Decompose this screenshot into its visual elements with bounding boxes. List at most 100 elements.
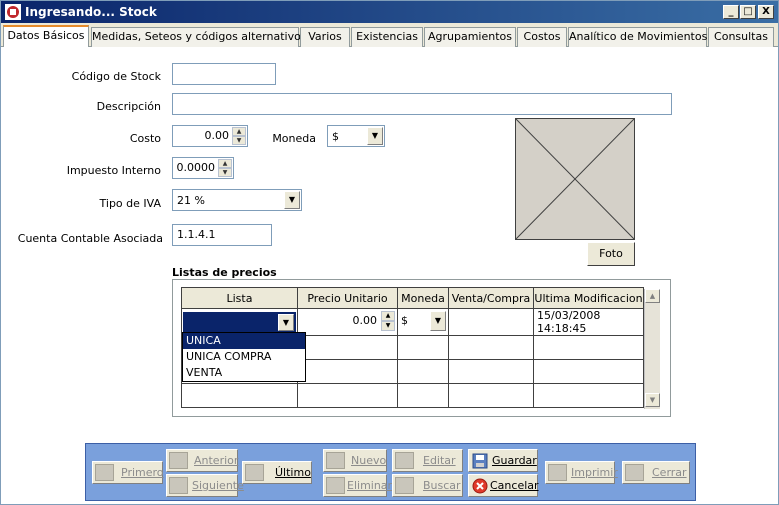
costo-spinner[interactable]: 0.00 ▲ ▼ (172, 125, 248, 147)
precio-value: 0.00 (352, 314, 378, 327)
tab-bar: Datos Básicos Medidas, Seteos y códigos … (1, 25, 778, 48)
cancelar-button[interactable]: Cancelar (468, 474, 539, 497)
buscar-button[interactable]: Buscar (392, 474, 463, 497)
moneda-value: $ (332, 130, 339, 143)
chevron-down-icon[interactable]: ▼ (430, 311, 446, 331)
spin-down-icon[interactable]: ▼ (218, 168, 232, 177)
delete-record-icon (326, 477, 345, 494)
siguiente-button[interactable]: Siguiente (166, 474, 244, 497)
spin-down-icon[interactable]: ▼ (381, 321, 395, 331)
moneda-label: Moneda (272, 132, 316, 145)
cuenta-input[interactable]: 1.1.4.1 (172, 224, 272, 246)
spin-up-icon[interactable]: ▲ (232, 127, 246, 136)
chevron-down-icon[interactable]: ▼ (278, 313, 294, 331)
close-button[interactable]: X (758, 5, 774, 19)
primero-label: Primero (121, 466, 164, 479)
print-icon (548, 464, 567, 481)
primero-button[interactable]: Primero (92, 461, 164, 484)
foto-button[interactable]: Foto (587, 242, 635, 266)
tab-analitico[interactable]: Analítico de Movimientos (568, 27, 707, 47)
title-bar: Ingresando... Stock _ □ X (1, 1, 778, 23)
costo-spin-arrows[interactable]: ▲ ▼ (232, 127, 246, 145)
table-scrollbar[interactable]: ▲ ▼ (644, 289, 660, 409)
iva-select[interactable]: 21 % ▼ (172, 189, 302, 211)
col-lista[interactable]: Lista (181, 287, 298, 309)
ultimo-button[interactable]: Último (242, 461, 312, 484)
spin-up-icon[interactable]: ▲ (381, 311, 395, 321)
editar-button[interactable]: Editar (392, 449, 463, 472)
image-placeholder-icon (515, 118, 635, 240)
tab-varios[interactable]: Varios (300, 27, 350, 47)
minimize-button[interactable]: _ (723, 5, 739, 19)
col-venta-compra[interactable]: Venta/Compra (448, 287, 534, 309)
tab-consultas[interactable]: Consultas (708, 27, 774, 47)
app-icon (5, 4, 21, 20)
next-record-icon (169, 477, 188, 494)
action-toolbar: Primero Anterior Siguiente Último Nuevo … (85, 443, 696, 501)
tab-medidas[interactable]: Medidas, Seteos y códigos alternativos (91, 27, 307, 47)
col-moneda[interactable]: Moneda (397, 287, 449, 309)
nuevo-label: Nuevo (351, 454, 387, 467)
descripcion-input[interactable] (172, 93, 672, 115)
impuesto-value: 0.0000 (176, 161, 216, 174)
tab-existencias[interactable]: Existencias (351, 27, 423, 47)
impuesto-spinner[interactable]: 0.0000 ▲ ▼ (172, 157, 234, 179)
ultimo-label: Último (275, 466, 311, 479)
precio-spin-arrows[interactable]: ▲ ▼ (381, 311, 395, 331)
maximize-button[interactable]: □ (740, 5, 756, 19)
datos-basicos-panel: Código de Stock Descripción Costo 0.00 ▲… (1, 47, 778, 504)
dropdown-option[interactable]: UNICA COMPRA (183, 349, 305, 365)
cuenta-label: Cuenta Contable Asociada (17, 232, 163, 245)
cancelar-label: Cancelar (490, 479, 539, 492)
descripcion-label: Descripción (96, 100, 161, 113)
iva-value: 21 % (177, 194, 205, 207)
tab-agrupamientos[interactable]: Agrupamientos (424, 27, 516, 47)
chevron-down-icon[interactable]: ▼ (367, 127, 383, 145)
scroll-up-icon[interactable]: ▲ (645, 289, 660, 303)
last-record-icon (245, 464, 264, 481)
siguiente-label: Siguiente (192, 479, 244, 492)
scroll-down-icon[interactable]: ▼ (645, 393, 660, 407)
imprimir-button[interactable]: Imprimir (545, 461, 618, 484)
cancel-icon (472, 478, 488, 494)
col-ultima-modificacion[interactable]: Ultima Modificacion (533, 287, 644, 309)
venta-compra-cell[interactable] (448, 308, 534, 336)
row-moneda-value: $ (401, 314, 408, 327)
lista-dropdown[interactable]: UNICA UNICA COMPRA VENTA (182, 332, 306, 382)
photo-placeholder (515, 118, 635, 240)
lista-combo[interactable]: ▼ (183, 311, 296, 333)
stock-window: Ingresando... Stock _ □ X Datos Básicos … (0, 0, 779, 505)
spin-up-icon[interactable]: ▲ (218, 159, 232, 168)
imprimir-label: Imprimir (571, 466, 618, 479)
impuesto-label: Impuesto Interno (66, 164, 161, 177)
anterior-button[interactable]: Anterior (166, 449, 238, 472)
anterior-label: Anterior (194, 454, 239, 467)
table-row[interactable] (181, 383, 644, 408)
eliminar-button[interactable]: Eliminar (323, 474, 392, 497)
tab-datos-basicos[interactable]: Datos Básicos (3, 25, 89, 48)
col-precio[interactable]: Precio Unitario (297, 287, 398, 309)
close-icon (625, 464, 644, 481)
impuesto-spin-arrows[interactable]: ▲ ▼ (218, 159, 232, 177)
guardar-label: Guardar (492, 454, 537, 467)
codigo-input[interactable] (172, 63, 276, 85)
iva-label: Tipo de IVA (99, 197, 161, 210)
first-record-icon (95, 464, 114, 481)
spin-down-icon[interactable]: ▼ (232, 136, 246, 145)
nuevo-button[interactable]: Nuevo (323, 449, 387, 472)
listas-precios-title: Listas de precios (172, 266, 277, 279)
dropdown-option[interactable]: UNICA (183, 333, 305, 349)
dropdown-option[interactable]: VENTA (183, 365, 305, 381)
editar-label: Editar (423, 454, 456, 467)
new-record-icon (326, 452, 345, 469)
tab-costos[interactable]: Costos (517, 27, 567, 47)
cerrar-label: Cerrar (652, 466, 687, 479)
chevron-down-icon[interactable]: ▼ (284, 191, 300, 209)
precio-cell[interactable]: 0.00 ▲ ▼ (297, 308, 398, 336)
moneda-cell[interactable]: $ ▼ (397, 308, 449, 336)
buscar-label: Buscar (423, 479, 461, 492)
cerrar-button[interactable]: Cerrar (622, 461, 690, 484)
moneda-select[interactable]: $ ▼ (327, 125, 385, 147)
save-icon (472, 453, 488, 469)
guardar-button[interactable]: Guardar (468, 449, 538, 472)
